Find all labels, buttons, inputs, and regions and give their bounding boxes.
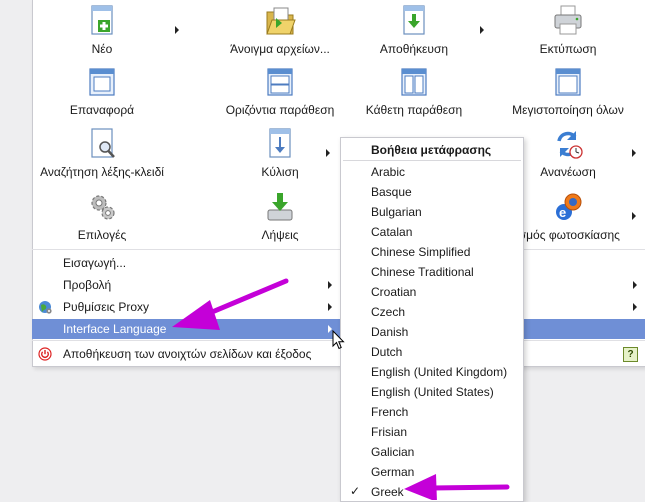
annotation-arrow-icon [404,474,510,500]
annotation-arrows [172,278,510,500]
annotation-arrow-icon [172,278,289,330]
